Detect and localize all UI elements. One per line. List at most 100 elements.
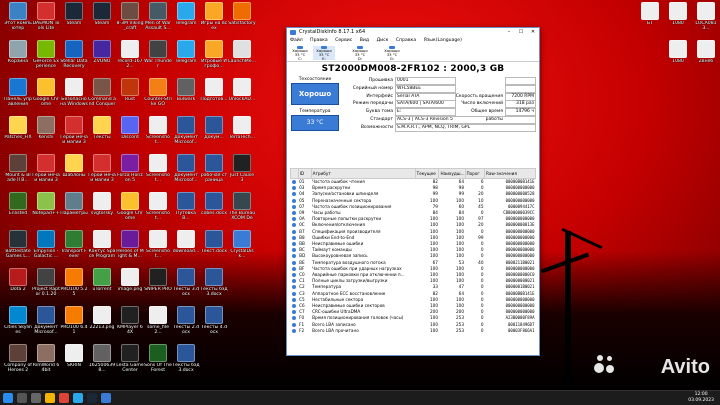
- desktop-icon[interactable]: Шаблоны: [60, 154, 88, 190]
- column-header[interactable]: Атрибут: [310, 168, 416, 179]
- desktop-icon[interactable]: CrystalDisk...: [228, 230, 256, 266]
- disk-tab-e[interactable]: Хорошо 33 °C E:: [313, 46, 335, 61]
- menu-item-language[interactable]: Язык(Language): [424, 38, 462, 43]
- desktop-icon[interactable]: 1080: [664, 2, 692, 38]
- desktop-icon[interactable]: RimWorld 64bit: [32, 344, 60, 380]
- desktop-icon[interactable]: image.png: [116, 268, 144, 304]
- desktop-icon[interactable]: svgtorsky: [88, 192, 116, 228]
- desktop-icon[interactable]: Безопасно на Windows: [60, 78, 88, 114]
- desktop-icon[interactable]: Тексты 2.docx: [172, 306, 200, 342]
- desktop-icon[interactable]: KMPlayer 64X: [116, 306, 144, 342]
- desktop-icon[interactable]: Empyrion - Galactic ...: [32, 230, 60, 266]
- window-titlebar[interactable]: CrystalDiskInfo 8.17.1 x64 – ☐ ✕: [287, 28, 539, 37]
- desktop-icon[interactable]: SNIPER PRO: [144, 268, 172, 304]
- desktop-icon[interactable]: Patches_FIX: [4, 116, 32, 152]
- explorer-icon[interactable]: [45, 393, 55, 403]
- task-view-icon[interactable]: [31, 393, 41, 403]
- start-icon[interactable]: [3, 393, 13, 403]
- desktop-icon[interactable]: Project Raptor 0.1.20: [32, 268, 60, 304]
- desktop-icon[interactable]: Mount & Blade II B...: [4, 154, 32, 190]
- desktop-icon[interactable]: War Thunder: [144, 40, 172, 76]
- column-header[interactable]: Порог: [464, 168, 485, 179]
- desktop-icon[interactable]: Battlestate Games L...: [4, 230, 32, 266]
- crystaldiskinfo-window[interactable]: CrystalDiskInfo 8.17.1 x64 – ☐ ✕ Файл Пр…: [286, 27, 540, 356]
- desktop-icon[interactable]: PRO100 6.41: [60, 306, 88, 342]
- menu-item-view[interactable]: Вид: [360, 38, 369, 43]
- desktop-icon[interactable]: Screenshot...: [144, 230, 172, 266]
- taskbar-clock[interactable]: 12:00 03.09.2023: [688, 392, 714, 404]
- desktop-icon[interactable]: 1080: [664, 40, 692, 76]
- table-row[interactable]: 01 Частота ошибок чтения 82 64 6 00000B0B141E: [291, 179, 536, 186]
- table-row[interactable]: F2 Всего LBA прочитано 100 253 0 00003F866A1: [291, 328, 536, 334]
- desktop-icon[interactable]: Telegram: [172, 40, 200, 76]
- desktop-icon[interactable]: LaunchMe...: [228, 40, 256, 76]
- desktop-icon[interactable]: PRO100 5.25: [60, 268, 88, 304]
- chrome-icon[interactable]: [59, 393, 69, 403]
- desktop-icon[interactable]: Подготов...: [200, 78, 228, 114]
- desktop-icon[interactable]: рабочая страница: [200, 154, 228, 190]
- desktop-icon[interactable]: TerraTech...: [228, 116, 256, 152]
- column-header[interactable]: ID: [297, 168, 312, 179]
- status-column-header[interactable]: [290, 168, 299, 179]
- desktop-icon[interactable]: Kenshi: [32, 116, 60, 152]
- minimize-icon[interactable]: –: [503, 28, 515, 37]
- desktop-icon[interactable]: Dota 2: [4, 268, 32, 304]
- column-header[interactable]: Текущее: [414, 168, 440, 179]
- desktop-icon[interactable]: Параметры: [60, 192, 88, 228]
- desktop-icon[interactable]: Steam: [60, 2, 88, 38]
- desktop-icon[interactable]: Command and Conquer: [88, 78, 116, 114]
- desktop-icon[interactable]: Тексты бэд 3.docx: [172, 344, 200, 380]
- desktop-icon[interactable]: Satisfactory: [228, 2, 256, 38]
- desktop-icon[interactable]: Этот компьютер: [4, 2, 32, 38]
- menu-item-edit[interactable]: Правка: [310, 38, 327, 43]
- desktop-icon[interactable]: Google Chrome: [32, 78, 60, 114]
- desktop-icon[interactable]: Игровые Игрофо...: [200, 40, 228, 76]
- desktop-icon[interactable]: Enlisted: [4, 192, 32, 228]
- desktop-icon[interactable]: SKRIN: [60, 344, 88, 380]
- desktop-icon[interactable]: Документ Microsof...: [172, 154, 200, 190]
- desktop-icon[interactable]: Transport Fever: [60, 230, 88, 266]
- desktop-icon[interactable]: Докум...: [200, 116, 228, 152]
- desktop-icon[interactable]: Just Cause 3: [228, 154, 256, 190]
- desktop-icon[interactable]: Rust: [116, 78, 144, 114]
- desktop-icon[interactable]: БТ: [636, 2, 664, 38]
- desktop-icon[interactable]: Bulwark: [172, 78, 200, 114]
- desktop-icon[interactable]: LOCA0813...: [692, 2, 720, 38]
- desktop-icon[interactable]: cobes.docx: [200, 192, 228, 228]
- desktop-icon[interactable]: Zвнеб: [692, 40, 720, 76]
- desktop-icon[interactable]: Steam: [88, 2, 116, 38]
- desktop-icon[interactable]: Герои меча и магии 3: [88, 154, 116, 190]
- menu-item-service[interactable]: Сервис: [335, 38, 352, 43]
- desktop-icon[interactable]: The Bureau XCOM Dec...: [228, 192, 256, 228]
- telegram-icon[interactable]: [73, 393, 83, 403]
- desktop-icon[interactable]: Корзина: [4, 40, 32, 76]
- desktop-icon[interactable]: Screenshot...: [144, 192, 172, 228]
- desktop-icon[interactable]: Тексты 4.docx: [200, 306, 228, 342]
- desktop-icon[interactable]: record-1672...: [116, 40, 144, 76]
- desktop-icon[interactable]: Men of War Assault S...: [144, 2, 172, 38]
- desktop-icon[interactable]: download...: [172, 230, 200, 266]
- health-status-badge[interactable]: Хорошо: [291, 83, 339, 105]
- menu-item-help[interactable]: Справка: [396, 38, 416, 43]
- desktop-icon[interactable]: Кактус Space Program: [88, 230, 116, 266]
- desktop-icon[interactable]: some_file2...: [144, 306, 172, 342]
- desktop-icon[interactable]: Heroes of Might & M...: [116, 230, 144, 266]
- desktop-icon[interactable]: Герои меча и магии 3: [60, 116, 88, 152]
- column-header[interactable]: Наихудш...: [438, 168, 466, 179]
- desktop-icon[interactable]: Lesta Game Center: [116, 344, 144, 380]
- disk-tab-c[interactable]: Хорошо 33 °C C:: [289, 46, 311, 61]
- maximize-icon[interactable]: ☐: [515, 28, 527, 37]
- crystaldisk-taskbar-icon[interactable]: [101, 393, 111, 403]
- desktop-icon[interactable]: Counter-Strike GO: [144, 78, 172, 114]
- desktop-icon[interactable]: Forza Horizon 5: [116, 154, 144, 190]
- desktop-icon[interactable]: Герои меча и магии 3: [32, 154, 60, 190]
- desktop-icon[interactable]: Google Chrome: [116, 192, 144, 228]
- desktop-icon[interactable]: Company of Heroes 2: [4, 344, 32, 380]
- desktop-icon[interactable]: UnlockAD...: [228, 78, 256, 114]
- desktop-icon[interactable]: ZVONO: [88, 40, 116, 76]
- desktop-icon[interactable]: Discord: [116, 116, 144, 152]
- desktop-icon[interactable]: Панель управления: [4, 78, 32, 114]
- desktop-icon[interactable]: Текст.docx: [200, 230, 228, 266]
- desktop-icon[interactable]: Cities Skylines: [4, 306, 32, 342]
- desktop-icon[interactable]: Sons Of The Forest: [144, 344, 172, 380]
